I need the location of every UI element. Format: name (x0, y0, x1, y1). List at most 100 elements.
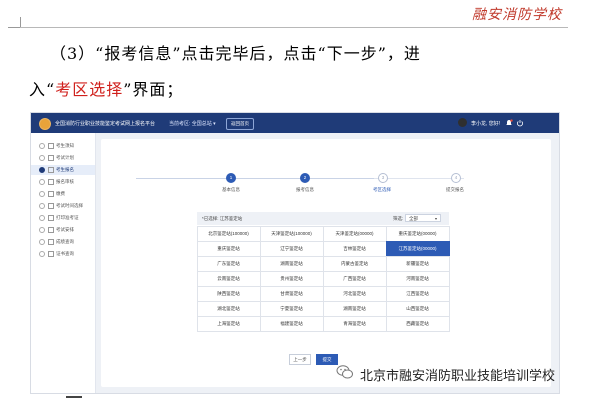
step-circle: 1 (226, 173, 236, 183)
step-label: 报考信息 (296, 187, 314, 192)
region-cell[interactable]: 湖南鉴定站 (259, 255, 324, 272)
region-cell[interactable]: 北京鉴定站(100000) (196, 225, 261, 242)
region-cell[interactable]: 河北鉴定站 (322, 285, 387, 302)
region-cell[interactable]: 贵州鉴定站 (259, 270, 324, 287)
region-cell[interactable]: 福建鉴定站 (259, 315, 324, 332)
region-cell[interactable]: 重庆鉴定站 (196, 240, 261, 257)
sidebar-item-label: 考试时间选择 (56, 203, 83, 208)
menu-icon (48, 155, 54, 161)
prev-step-button[interactable]: 上一步 (289, 354, 311, 365)
region-cell[interactable]: 江西鉴定站 (385, 285, 450, 302)
sidebar-item-label: 报名审核 (56, 179, 74, 184)
menu-icon (48, 143, 54, 149)
avatar[interactable] (458, 118, 467, 127)
step-dot (39, 155, 45, 161)
region-cell[interactable]: 湖南鉴定站 (322, 300, 387, 317)
step-label-current: 考区选择 (373, 187, 391, 192)
region-cell[interactable]: 宁夏鉴定站 (259, 300, 324, 317)
sidebar-item-label: 打印准考证 (56, 215, 79, 220)
region-cell[interactable]: 吉林鉴定站 (322, 240, 387, 257)
step-dot (39, 239, 45, 245)
region-switcher[interactable]: 当前考区: 全国总站 ▾ (169, 120, 216, 127)
step-dot (39, 167, 45, 173)
step-label: 提交报名 (446, 187, 464, 192)
instruction-line-2: 入“考区选择”界面； (29, 76, 183, 100)
instruction-line-2-suffix: ”界面； (123, 80, 184, 99)
step-dot (39, 215, 45, 221)
menu-icon (48, 167, 54, 173)
region-cell[interactable]: 天津鉴定站(100000) (259, 225, 324, 242)
step-label: 基本信息 (222, 187, 240, 192)
region-cell[interactable]: 青海鉴定站 (322, 315, 387, 332)
header-rule (20, 27, 568, 28)
power-icon[interactable] (516, 119, 524, 127)
step-dot (39, 179, 45, 185)
region-cell[interactable]: 甘肃鉴定站 (259, 285, 324, 302)
filter-label: 筛选: (393, 216, 404, 221)
sidebar-item-label: 缴费 (56, 191, 65, 196)
menu-icon (48, 239, 54, 245)
region-cell[interactable]: 天津鉴定站(00000) (322, 225, 387, 242)
page-corner-mark-horizontal (8, 27, 20, 28)
main-panel: 1 2 3 4 基本信息 报考信息 考区选择 提交报名 *已选择: 江苏鉴定站 … (101, 139, 551, 387)
region-cell[interactable]: 辽宁鉴定站 (259, 240, 324, 257)
step-dot (39, 203, 45, 209)
step-circle: 4 (451, 173, 461, 183)
sidebar-item[interactable]: 成绩查询 (31, 237, 95, 247)
sidebar-item[interactable]: 证书查询 (31, 249, 95, 259)
footer-watermark-text: 北京市融安消防职业技能培训学校 (360, 369, 556, 384)
sidebar-item-active[interactable]: 考生报名 (31, 165, 95, 175)
region-cell[interactable]: 广西鉴定站 (322, 270, 387, 287)
selected-region-text: *已选择: 江苏鉴定站 (202, 216, 243, 221)
instruction-highlight: 考区选择 (55, 80, 124, 99)
region-cell[interactable]: 云南鉴定站 (196, 270, 261, 287)
region-cell[interactable]: 陕西鉴定站 (196, 285, 261, 302)
embedded-screenshot: 全国消防行业职业技能鉴定考试网上报名平台 当前考区: 全国总站 ▾ 返回首页 李… (30, 112, 560, 394)
sidebar-item[interactable]: 考试安排 (31, 225, 95, 235)
filter-select[interactable]: 全部 ▾ (405, 214, 441, 222)
sidebar: 考生须知 考试计划 考生报名 报名审核 缴费 考试时间选择 打印准考证 考试安排… (31, 133, 96, 393)
sidebar-item[interactable]: 报名审核 (31, 177, 95, 187)
page-corner-mark (20, 17, 21, 27)
region-cell[interactable]: 山西鉴定站 (385, 300, 450, 317)
region-cell[interactable]: 新疆鉴定站 (385, 255, 450, 272)
sidebar-item[interactable]: 考试时间选择 (31, 201, 95, 211)
step-dot (39, 191, 45, 197)
back-home-button[interactable]: 返回首页 (226, 118, 254, 130)
region-cell[interactable]: 河南鉴定站 (385, 270, 450, 287)
sidebar-item-label: 考生须知 (56, 143, 74, 148)
region-cell[interactable]: 湖北鉴定站 (196, 300, 261, 317)
region-cell[interactable]: 西藏鉴定站 (385, 315, 450, 332)
page-bottom-mark (66, 396, 82, 398)
app-header: 全国消防行业职业技能鉴定考试网上报名平台 当前考区: 全国总站 ▾ 返回首页 李… (31, 113, 559, 133)
sidebar-item-label: 证书查询 (56, 251, 74, 256)
sidebar-item-label: 成绩查询 (56, 239, 74, 244)
region-cell[interactable]: 内蒙古鉴定站 (322, 255, 387, 272)
app-title: 全国消防行业职业技能鉴定考试网上报名平台 (55, 121, 156, 127)
region-cell[interactable]: 重庆鉴定站(00000) (385, 225, 450, 242)
submit-button[interactable]: 提交 (316, 354, 338, 365)
menu-icon (48, 179, 54, 185)
sidebar-item[interactable]: 考生须知 (31, 141, 95, 151)
sidebar-item[interactable]: 考试计划 (31, 153, 95, 163)
stepper-line-done (136, 178, 374, 179)
step-circle: 3 (378, 173, 388, 183)
sidebar-item[interactable]: 打印准考证 (31, 213, 95, 223)
user-greeting: 李小龙, 您好! (471, 121, 501, 127)
region-cell[interactable]: 广东鉴定站 (196, 255, 261, 272)
step-dot (39, 143, 45, 149)
chevron-down-icon: ▾ (434, 216, 437, 221)
bell-icon[interactable] (505, 119, 513, 127)
region-cell[interactable]: 上海鉴定站 (196, 315, 261, 332)
sidebar-item-label: 考试计划 (56, 155, 74, 160)
region-toolbar: *已选择: 江苏鉴定站 筛选: 全部 ▾ (197, 212, 449, 225)
wechat-icon (336, 365, 353, 379)
app-logo-icon (39, 118, 51, 130)
step-circle: 2 (300, 173, 310, 183)
region-cell-selected[interactable]: 江苏鉴定站(00000) (385, 240, 450, 257)
sidebar-item[interactable]: 缴费 (31, 189, 95, 199)
filter-value: 全部 (409, 216, 418, 221)
sidebar-item-label: 考试安排 (56, 227, 74, 232)
header-brand: 融安消防学校 (472, 7, 562, 23)
menu-icon (48, 215, 54, 221)
